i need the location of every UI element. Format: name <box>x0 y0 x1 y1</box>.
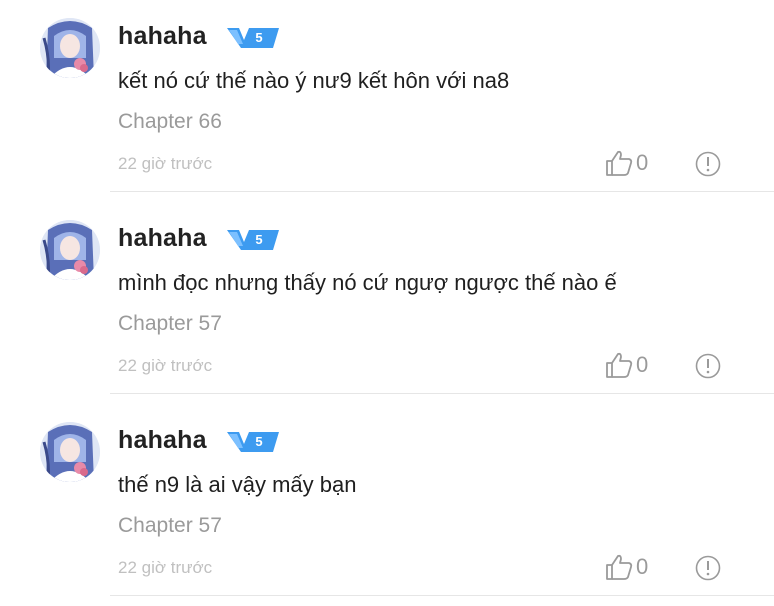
chapter-link[interactable]: Chapter 66 <box>118 110 222 134</box>
username[interactable]: hahaha <box>118 22 207 51</box>
divider <box>110 595 774 596</box>
like-button[interactable]: 0 <box>604 552 648 582</box>
report-button[interactable] <box>695 151 721 177</box>
username[interactable]: hahaha <box>118 224 207 253</box>
comment-time: 22 giờ trước <box>118 154 213 173</box>
chapter-link[interactable]: Chapter 57 <box>118 514 222 538</box>
level-badge: 5 <box>225 430 281 454</box>
report-button[interactable] <box>695 555 721 581</box>
comment-item: hahaha 5 kết nó cứ thế nào ý nư9 kết hôn… <box>0 0 774 202</box>
level-number: 5 <box>255 30 263 45</box>
comment-item: hahaha 5 thế n9 là ai vậy mấy bạn Chapte… <box>0 404 774 606</box>
divider <box>110 191 774 192</box>
comment-item: hahaha 5 mình đọc nhưng thấy nó cứ ngượ … <box>0 202 774 404</box>
report-button[interactable] <box>695 353 721 379</box>
report-exclamation-icon <box>695 555 721 581</box>
report-exclamation-icon <box>695 353 721 379</box>
comment-text: thế n9 là ai vậy mấy bạn <box>118 472 357 497</box>
thumbs-up-icon <box>606 554 633 580</box>
thumbs-up-icon <box>606 352 633 378</box>
divider <box>110 393 774 394</box>
username[interactable]: hahaha <box>118 426 207 455</box>
like-count: 0 <box>636 554 649 579</box>
report-exclamation-icon <box>695 151 721 177</box>
like-button[interactable]: 0 <box>604 350 648 380</box>
level-number: 5 <box>255 232 263 247</box>
user-avatar[interactable] <box>40 422 100 482</box>
level-number: 5 <box>255 434 263 449</box>
user-avatar[interactable] <box>40 18 100 78</box>
comment-text: kết nó cứ thế nào ý nư9 kết hôn với na8 <box>118 68 510 93</box>
comment-time: 22 giờ trước <box>118 356 213 375</box>
like-count: 0 <box>636 150 649 175</box>
thumbs-up-icon <box>606 150 633 176</box>
user-avatar[interactable] <box>40 220 100 280</box>
like-count: 0 <box>636 352 649 377</box>
chapter-link[interactable]: Chapter 57 <box>118 312 222 336</box>
level-badge: 5 <box>225 26 281 50</box>
like-button[interactable]: 0 <box>604 148 648 178</box>
level-badge: 5 <box>225 228 281 252</box>
comment-time: 22 giờ trước <box>118 558 213 577</box>
comment-text: mình đọc nhưng thấy nó cứ ngượ ngược thế… <box>118 270 617 295</box>
